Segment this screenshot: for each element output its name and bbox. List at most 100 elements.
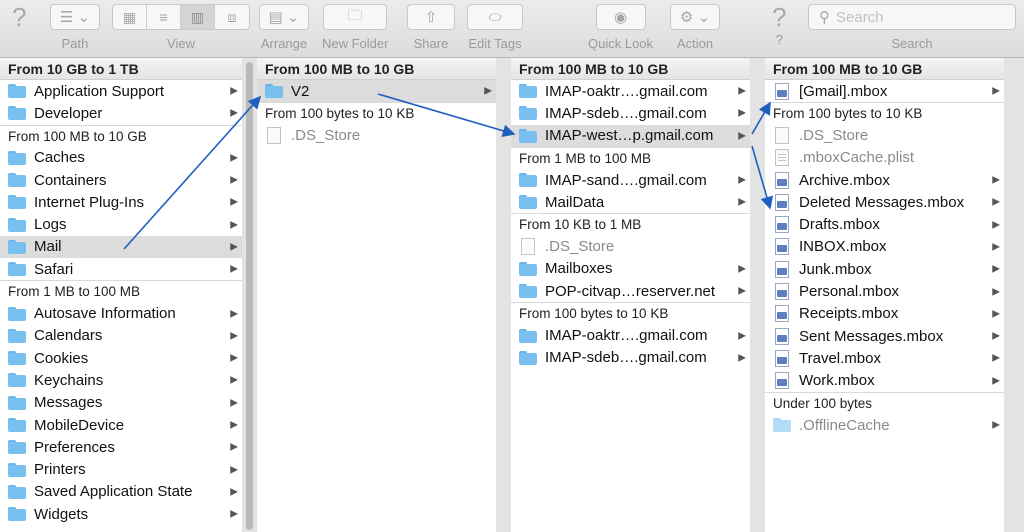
share-tool[interactable]: ⇧ Share [407,4,455,51]
help2-label: ? [775,32,783,47]
list-item[interactable]: Keychains ▶ [0,369,242,391]
icon-view-icon[interactable]: ▦ [113,5,147,29]
column-view-icon[interactable]: ▥ [181,5,215,29]
chevron-right-icon: ▶ [992,419,1000,431]
gear-icon[interactable]: ⚙ ⌄ [670,4,720,30]
list-item[interactable]: Saved Application State ▶ [0,481,242,503]
list-item[interactable]: Application Support ▶ [0,80,242,102]
share-icon[interactable]: ⇧ [407,4,455,30]
list-item[interactable]: Widgets ▶ [0,503,242,525]
list-item[interactable]: .DS_Store [257,124,496,146]
mbox-icon [775,283,789,301]
list-item-selected[interactable]: Mail ▶ [0,235,242,259]
list-item[interactable]: INBOX.mbox ▶ [765,236,1004,258]
column-divider[interactable] [750,58,765,532]
list-item[interactable]: Work.mbox ▶ [765,370,1004,392]
edit-tags-tool[interactable]: ⬭ Edit Tags [467,4,523,51]
view-tool[interactable]: ▦ ≡ ▥ ⧈ View [112,4,250,51]
list-item[interactable]: IMAP-sdeb….gmail.com ▶ [511,102,750,124]
list-item[interactable]: .mboxCache.plist [765,147,1004,169]
list-item[interactable]: POP-citvap…reserver.net ▶ [511,280,750,302]
mbox-icon [775,171,789,189]
list-item[interactable]: .DS_Store [765,124,1004,146]
chevron-right-icon: ▶ [992,286,1000,298]
mbox-icon [775,349,789,367]
folder-icon [8,484,26,499]
path-icon[interactable]: ☰ ⌄ [50,4,100,30]
mbox-icon [775,82,789,100]
list-item[interactable]: Printers ▶ [0,458,242,480]
list-item[interactable]: Mailboxes ▶ [511,258,750,280]
chevron-right-icon: ▶ [992,196,1000,208]
list-item[interactable]: Deleted Messages.mbox ▶ [765,191,1004,213]
list-item[interactable]: Receipts.mbox ▶ [765,303,1004,325]
chevron-right-icon: ▶ [230,152,238,164]
list-item-selected[interactable]: V2 ▶ [257,80,496,103]
list-item[interactable]: IMAP-sdeb….gmail.com ▶ [511,347,750,369]
search-tool[interactable]: ⚲ Search Search [808,4,1016,51]
chevron-right-icon: ▶ [484,85,492,97]
new-folder-label: New Folder [322,36,389,51]
list-view-icon[interactable]: ≡ [147,5,181,29]
list-item[interactable]: IMAP-sand….gmail.com ▶ [511,169,750,191]
quick-look-tool[interactable]: ◉ Quick Look [588,4,653,51]
list-item-selected[interactable]: IMAP-west…p.gmail.com ▶ [511,124,750,147]
column-mail: From 100 MB to 10 GB V2 ▶ From 100 bytes … [257,58,496,532]
list-item[interactable]: Archive.mbox ▶ [765,169,1004,191]
section-header: From 100 MB to 10 GB [0,124,242,147]
new-folder-tool[interactable]: 🗀 New Folder [322,4,388,51]
list-item[interactable]: Autosave Information ▶ [0,302,242,324]
new-folder-icon[interactable]: 🗀 [323,4,388,30]
help-icon[interactable]: ? [12,2,26,32]
list-item[interactable]: Calendars ▶ [0,325,242,347]
arrange-icon[interactable]: ▤ ⌄ [259,4,309,30]
list-item[interactable]: .DS_Store [511,235,750,257]
cover-flow-icon[interactable]: ⧈ [215,5,249,29]
folder-icon [8,262,26,277]
list-item[interactable]: MailData ▶ [511,191,750,213]
list-item[interactable]: Personal.mbox ▶ [765,280,1004,302]
folder-icon [519,84,537,99]
scrollbar[interactable] [246,62,253,530]
list-item[interactable]: Drafts.mbox ▶ [765,213,1004,235]
document-icon [775,126,789,144]
chevron-right-icon: ▶ [230,330,238,342]
eye-icon[interactable]: ◉ [595,4,646,30]
list-item[interactable]: IMAP-oaktr….gmail.com ▶ [511,324,750,346]
list-item[interactable]: Developer ▶ [0,102,242,124]
mbox-icon [775,372,789,390]
folder-icon [8,195,26,210]
list-item[interactable]: Caches ▶ [0,147,242,169]
list-item[interactable]: Safari ▶ [0,258,242,280]
list-item[interactable]: MobileDevice ▶ [0,414,242,436]
column-divider[interactable] [1004,58,1024,532]
list-item[interactable]: Messages ▶ [0,392,242,414]
list-item[interactable]: [Gmail].mbox ▶ [765,80,1004,102]
list-item[interactable]: IMAP-oaktr….gmail.com ▶ [511,80,750,102]
help-tool[interactable]: ? [12,2,26,32]
action-label: Action [676,36,714,51]
column-divider[interactable] [496,58,511,532]
action-tool[interactable]: ⚙ ⌄ Action [670,4,720,51]
path-tool[interactable]: ☰ ⌄ Path [50,4,100,51]
folder-icon [8,395,26,410]
arrange-tool[interactable]: ▤ ⌄ Arrange [259,4,309,51]
tag-icon[interactable]: ⬭ [467,4,523,30]
list-item[interactable]: Internet Plug-Ins ▶ [0,191,242,213]
list-item[interactable]: Travel.mbox ▶ [765,347,1004,369]
list-item[interactable]: Sent Messages.mbox ▶ [765,325,1004,347]
search-field[interactable]: ⚲ Search [808,4,1016,30]
list-item[interactable]: Containers ▶ [0,169,242,191]
chevron-right-icon: ▶ [738,174,746,186]
list-item[interactable]: Cookies ▶ [0,347,242,369]
list-item[interactable]: .OfflineCache ▶ [765,414,1004,436]
list-item[interactable]: Preferences ▶ [0,436,242,458]
folder-icon [519,173,537,188]
help2-icon[interactable]: ? [772,2,786,32]
list-item[interactable]: Logs ▶ [0,213,242,235]
list-item[interactable]: Junk.mbox ▶ [765,258,1004,280]
help2-tool[interactable]: ? ? [772,2,786,48]
section-header: From 1 MB to 100 MB [511,146,750,169]
view-segmented-control[interactable]: ▦ ≡ ▥ ⧈ [112,4,250,30]
folder-icon [8,306,26,321]
